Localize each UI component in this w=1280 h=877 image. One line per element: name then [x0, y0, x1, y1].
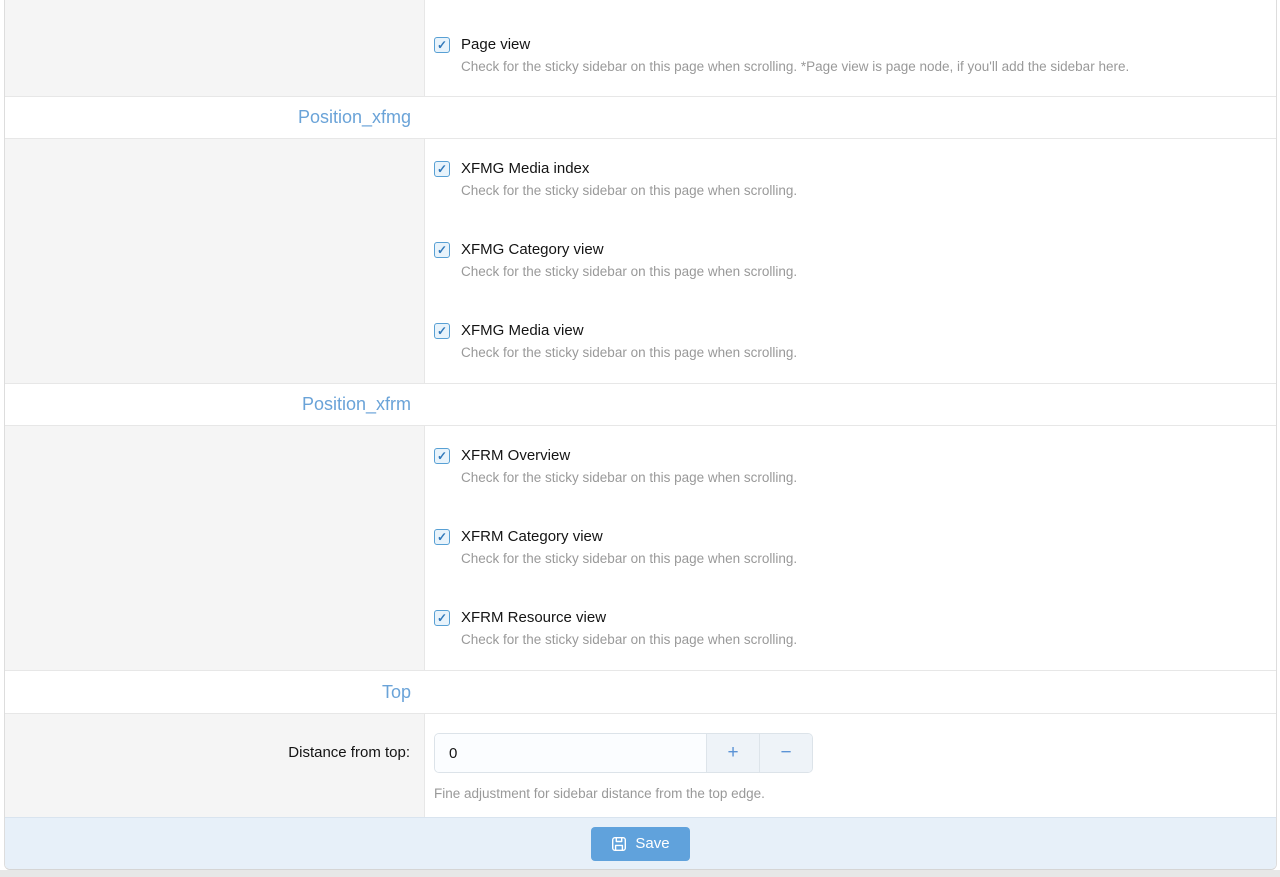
form-footer: Save	[5, 817, 1276, 869]
checkbox-option-xfmg-category-view: ✓ XFMG Category view Check for the stick…	[434, 240, 1256, 281]
checkbox-xfrm-resource-view[interactable]: ✓	[434, 610, 450, 626]
checkbox-xfmg-media-index[interactable]: ✓	[434, 161, 450, 177]
save-button-label: Save	[635, 835, 669, 852]
option-description: Check for the sticky sidebar on this pag…	[461, 469, 797, 487]
check-icon: ✓	[437, 38, 447, 52]
checkbox-option-xfmg-media-index: ✓ XFMG Media index Check for the sticky …	[434, 159, 1256, 200]
checkbox-option-page-view: ✓ Page view Check for the sticky sidebar…	[434, 35, 1256, 76]
option-label[interactable]: XFMG Media view	[461, 321, 797, 341]
check-icon: ✓	[437, 530, 447, 544]
section-header-label: Position_xfmg	[5, 107, 425, 128]
label-cell-empty	[5, 139, 425, 383]
checkbox-xfmg-media-view[interactable]: ✓	[434, 323, 450, 339]
option-label[interactable]: Page view	[461, 35, 1129, 55]
form-row-xfmg: ✓ XFMG Media index Check for the sticky …	[5, 138, 1276, 383]
decrement-button[interactable]: −	[759, 734, 812, 772]
option-description: Check for the sticky sidebar on this pag…	[461, 631, 797, 649]
option-description: Check for the sticky sidebar on this pag…	[461, 550, 797, 568]
check-icon: ✓	[437, 243, 447, 257]
checkbox-option-xfrm-category-view: ✓ XFRM Category view Check for the stick…	[434, 527, 1256, 568]
distance-from-top-input[interactable]	[435, 734, 706, 772]
save-floppy-icon	[611, 836, 627, 852]
checkbox-option-xfmg-media-view: ✓ XFMG Media view Check for the sticky s…	[434, 321, 1256, 362]
checkbox-xfrm-overview[interactable]: ✓	[434, 448, 450, 464]
option-label[interactable]: XFMG Category view	[461, 240, 797, 260]
content-cell: ✓ XFRM Overview Check for the sticky sid…	[425, 426, 1276, 670]
save-button[interactable]: Save	[591, 827, 689, 861]
option-label[interactable]: XFMG Media index	[461, 159, 797, 179]
page-background-strip	[0, 870, 1280, 877]
section-header-top: Top	[5, 670, 1276, 713]
check-icon: ✓	[437, 324, 447, 338]
checkbox-page-view[interactable]: ✓	[434, 37, 450, 53]
option-description: Check for the sticky sidebar on this pag…	[461, 263, 797, 281]
form-row-xfrm: ✓ XFRM Overview Check for the sticky sid…	[5, 425, 1276, 670]
section-header-label: Top	[5, 682, 425, 703]
option-label[interactable]: XFRM Overview	[461, 446, 797, 466]
options-form: ✓ Page view Check for the sticky sidebar…	[4, 0, 1277, 870]
option-label[interactable]: XFRM Resource view	[461, 608, 797, 628]
number-input-group: + −	[434, 733, 813, 773]
content-cell: ✓ XFMG Media index Check for the sticky …	[425, 139, 1276, 383]
check-icon: ✓	[437, 449, 447, 463]
distance-from-top-label: Distance from top:	[5, 714, 425, 817]
label-cell-empty	[5, 0, 425, 96]
check-icon: ✓	[437, 611, 447, 625]
increment-button[interactable]: +	[706, 734, 759, 772]
option-label[interactable]: XFRM Category view	[461, 527, 797, 547]
checkbox-xfmg-category-view[interactable]: ✓	[434, 242, 450, 258]
option-description: Check for the sticky sidebar on this pag…	[461, 344, 797, 362]
section-header-position-xfmg: Position_xfmg	[5, 96, 1276, 138]
form-row-page-view: ✓ Page view Check for the sticky sidebar…	[5, 0, 1276, 96]
check-icon: ✓	[437, 162, 447, 176]
option-description: Check for the sticky sidebar on this pag…	[461, 182, 797, 200]
section-header-position-xfrm: Position_xfrm	[5, 383, 1276, 425]
content-cell: ✓ Page view Check for the sticky sidebar…	[425, 0, 1276, 96]
checkbox-option-xfrm-overview: ✓ XFRM Overview Check for the sticky sid…	[434, 446, 1256, 487]
label-cell-empty	[5, 426, 425, 670]
checkbox-xfrm-category-view[interactable]: ✓	[434, 529, 450, 545]
option-description: Check for the sticky sidebar on this pag…	[461, 58, 1129, 76]
checkbox-option-xfrm-resource-view: ✓ XFRM Resource view Check for the stick…	[434, 608, 1256, 649]
content-cell: + − Fine adjustment for sidebar distance…	[425, 714, 1276, 817]
section-header-label: Position_xfrm	[5, 394, 425, 415]
form-row-distance-from-top: Distance from top: + − Fine adjustment f…	[5, 713, 1276, 817]
distance-from-top-hint: Fine adjustment for sidebar distance fro…	[434, 786, 1256, 801]
